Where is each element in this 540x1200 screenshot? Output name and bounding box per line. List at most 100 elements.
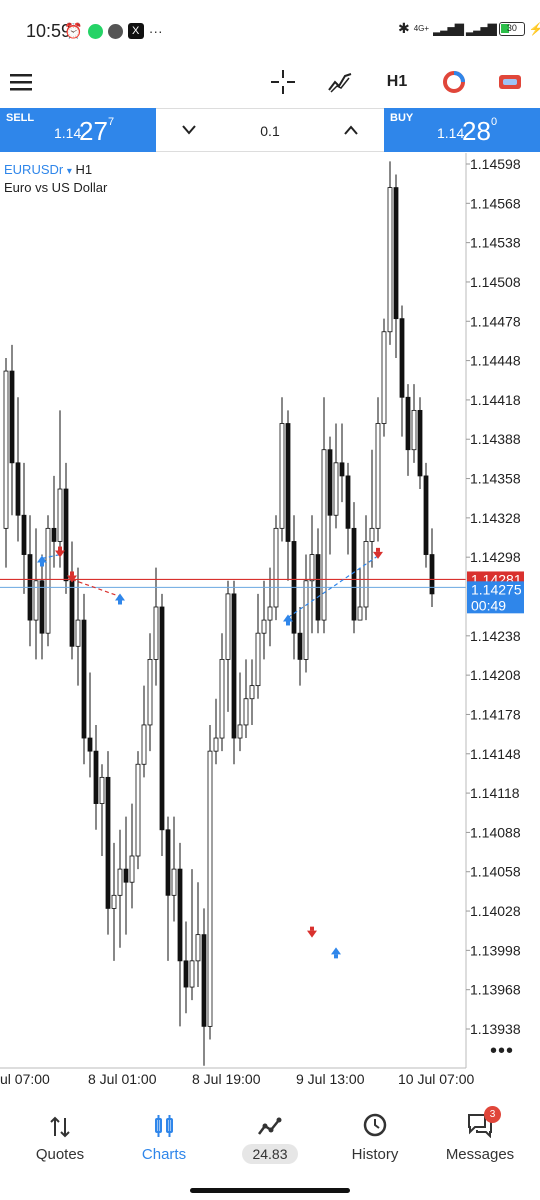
nav-messages-label: Messages [445, 1146, 515, 1163]
time-tick-label: 8 Jul 19:00 [192, 1071, 261, 1087]
buy-arrow-stem [286, 621, 290, 626]
bull-candle [249, 685, 255, 700]
symbol-name[interactable]: EURUSDr [4, 162, 63, 177]
bull-candle [357, 606, 363, 621]
price-chart[interactable]: 1.14598 1.14568 1.14538 1.14508 1.14478 1.144… [0, 153, 540, 1098]
bull-candle [387, 187, 393, 333]
bull-candle [111, 894, 117, 909]
timeframe-label: H1 [386, 73, 408, 90]
trade-levels-icon[interactable] [436, 64, 472, 100]
bear-candle [231, 593, 237, 739]
bull-candle [243, 698, 249, 726]
timeframe-button[interactable]: H1 [379, 64, 415, 100]
price-tick-label: 1.13998 [470, 942, 521, 958]
bull-candle [237, 724, 243, 739]
bull-candle [129, 855, 135, 883]
bull-candle [321, 449, 327, 621]
app-icon [107, 23, 123, 39]
crosshair-icon[interactable] [265, 64, 301, 100]
signal-2-icon: ▂▃▅▇ [466, 21, 497, 36]
bull-candle [213, 737, 219, 752]
bull-candle [3, 370, 9, 529]
bar-countdown-label: 00:49 [471, 597, 506, 613]
price-tick-label: 1.14118 [470, 785, 520, 801]
bear-candle [297, 632, 303, 660]
chart-info: EURUSDr ▾ H1 Euro vs US Dollar [4, 162, 107, 195]
bull-candle [135, 763, 141, 857]
sell-label: SELL [6, 112, 35, 124]
bull-candle [147, 659, 153, 726]
symbol-dropdown-icon[interactable]: ▾ [67, 166, 72, 177]
bear-candle [123, 868, 129, 883]
bear-candle [405, 396, 411, 451]
bull-candle [375, 423, 381, 529]
network-label: 4G+ [413, 24, 430, 33]
volume-increase-button[interactable] [344, 122, 358, 140]
time-tick-label: ul 07:00 [0, 1071, 50, 1087]
sell-arrow-stem [58, 546, 62, 551]
price-tags: 1.142811.1427500:49 [467, 571, 524, 614]
candles-layer [3, 161, 435, 1066]
bull-candle [45, 527, 51, 634]
x-icon: X [127, 23, 144, 39]
bull-candle [171, 868, 177, 896]
sell-arrow-stem [376, 547, 380, 552]
bull-candle [273, 527, 279, 608]
bid-price-tag-label: 1.14275 [471, 581, 522, 597]
nav-history[interactable]: History [321, 1098, 429, 1163]
buy-button[interactable]: BUY 1.14 28 0 [384, 108, 540, 152]
price-tick-label: 1.13968 [470, 982, 521, 998]
nav-charts[interactable]: Charts [110, 1098, 218, 1163]
charts-icon [155, 1115, 173, 1137]
more-options-icon[interactable]: ••• [490, 1040, 514, 1063]
bear-candle [81, 619, 87, 739]
bear-candle [159, 606, 165, 831]
sell-price-prefix: 1.14 [54, 125, 82, 141]
volume-control: 0.1 [156, 108, 384, 152]
sell-button[interactable]: SELL 1.14 27 7 [0, 108, 156, 152]
buy-arrow-marker [115, 593, 125, 601]
indicators-icon[interactable] [322, 64, 358, 100]
bull-candle [369, 527, 375, 542]
bear-candle [63, 488, 69, 582]
price-tick-label: 1.14328 [470, 510, 521, 526]
battery-icon: 30 [498, 21, 525, 36]
bull-candle [219, 659, 225, 739]
bear-candle [201, 934, 207, 1027]
trade-connection-line [71, 578, 121, 598]
bear-candle [429, 554, 435, 595]
sell-price-big: 27 [79, 116, 108, 146]
bear-candle [21, 514, 27, 555]
time-tick-label: 10 Jul 07:00 [398, 1071, 474, 1087]
bear-candle [423, 475, 429, 555]
one-click-trading-icon[interactable] [492, 64, 528, 100]
nav-messages[interactable]: 3 Messages [426, 1098, 534, 1163]
bear-candle [105, 776, 111, 909]
bull-candle [411, 409, 417, 451]
price-tick-label: 1.14388 [470, 431, 521, 447]
charging-icon: ⚡ [528, 21, 540, 36]
status-bar: 10:59 ⏰ X ··· ✱ 4G+ ▂▃▅▇ ▂▃▅▇ 30 ⚡ [0, 0, 540, 58]
price-tick-label: 1.14148 [470, 746, 521, 762]
bull-candle [261, 619, 267, 634]
nav-trade[interactable]: 24.83 [216, 1098, 324, 1164]
price-tick-label: 1.14088 [470, 824, 521, 840]
whatsapp-icon [87, 23, 103, 39]
bull-candle [189, 960, 195, 988]
price-tick-label: 1.14598 [470, 156, 521, 172]
bear-candle [351, 527, 357, 621]
price-tick-label: 1.14298 [470, 549, 521, 565]
menu-button[interactable] [4, 64, 40, 100]
buy-arrow-marker [331, 947, 341, 955]
price-tick-label: 1.14448 [470, 353, 521, 369]
bull-candle [255, 632, 261, 687]
bear-candle [345, 475, 351, 529]
nav-charts-label: Charts [141, 1146, 187, 1163]
bear-candle [93, 750, 99, 804]
bull-candle [303, 580, 309, 660]
bear-candle [417, 409, 423, 477]
nav-quotes[interactable]: Quotes [6, 1098, 114, 1163]
sell-arrow-marker [307, 930, 317, 938]
buy-price-sup: 0 [491, 116, 498, 128]
history-icon [363, 1113, 387, 1137]
